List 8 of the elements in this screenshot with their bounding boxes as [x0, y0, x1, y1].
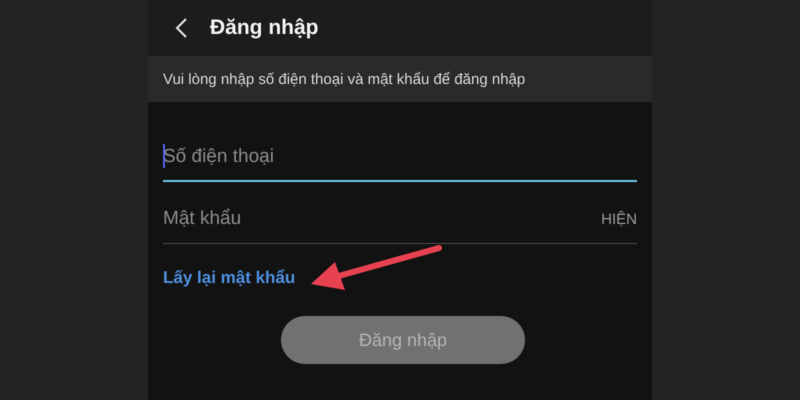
input-field[interactable]: Số điện thoại [163, 146, 637, 168]
instruction-text: Vui lòng nhập số điện thoại và mật khẩu để đăng nhập [163, 70, 526, 88]
input-field[interactable]: Mật khẩu [163, 208, 602, 230]
back-button[interactable] [174, 17, 188, 39]
forgot-password-link[interactable]: Lấy lại mật khẩu [163, 268, 296, 287]
screen-title: Đăng nhập [210, 16, 318, 40]
show-password-toggle[interactable]: HIỆN [601, 210, 637, 228]
text-caret [163, 144, 165, 168]
